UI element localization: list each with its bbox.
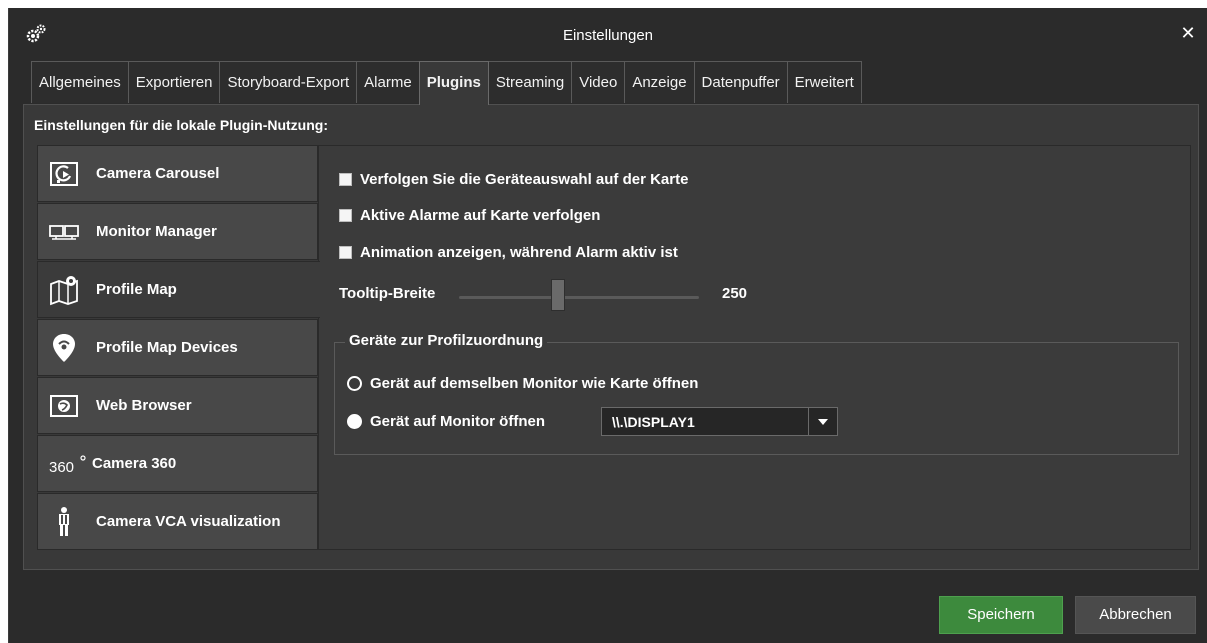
- sidebar-item-label: Camera 360: [92, 455, 177, 472]
- sidebar-item-label: Profile Map Devices: [96, 339, 238, 356]
- tooltip-width-label: Tooltip-Breite: [339, 285, 436, 302]
- tab-video[interactable]: Video: [571, 61, 626, 103]
- radio-same-monitor[interactable]: Gerät auf demselben Monitor wie Karte öf…: [347, 373, 698, 393]
- tab-exportieren[interactable]: Exportieren: [127, 61, 221, 103]
- settings-dialog: Einstellungen ✕ Allgemeines Exportieren St…: [8, 8, 1207, 643]
- sidebar-item-profile-map-devices[interactable]: Profile Map Devices: [37, 319, 318, 376]
- radio-label: Gerät auf demselben Monitor wie Karte öf…: [370, 374, 699, 392]
- tab-storyboard-export[interactable]: Storyboard-Export: [219, 61, 358, 103]
- plugin-settings-content: Verfolgen Sie die Geräteauswahl auf der …: [318, 145, 1191, 550]
- sidebar-item-label: Web Browser: [96, 397, 192, 414]
- select-dropdown-arrow[interactable]: [808, 408, 837, 435]
- checkbox-track-active-alarms[interactable]: Aktive Alarme auf Karte verfolgen: [339, 205, 600, 225]
- tooltip-width-value: 250: [722, 285, 748, 302]
- map-icon: [48, 274, 80, 306]
- checkbox-box[interactable]: [339, 245, 352, 259]
- checkbox-label: Verfolgen Sie die Geräteauswahl auf der …: [360, 170, 689, 188]
- radio-button[interactable]: [347, 375, 362, 391]
- carousel-icon: [48, 158, 80, 190]
- sidebar-item-label: Monitor Manager: [96, 223, 217, 240]
- radio-label: Gerät auf Monitor öffnen: [370, 412, 545, 430]
- checkbox-label: Animation anzeigen, während Alarm aktiv …: [360, 243, 678, 261]
- radio-button[interactable]: [347, 413, 362, 429]
- svg-text:360: 360: [49, 459, 74, 476]
- sidebar-item-label: Profile Map: [96, 281, 177, 298]
- tab-alarme[interactable]: Alarme: [356, 61, 420, 103]
- tab-plugins[interactable]: Plugins: [418, 61, 489, 105]
- section-heading: Einstellungen für die lokale Plugin-Nutz…: [34, 117, 328, 133]
- tooltip-width-slider-thumb[interactable]: [551, 279, 565, 311]
- checkbox-label: Aktive Alarme auf Karte verfolgen: [360, 206, 601, 224]
- sidebar-item-monitor-manager[interactable]: Monitor Manager: [37, 203, 318, 260]
- tooltip-width-slider-track[interactable]: [459, 296, 699, 299]
- checkbox-show-animation[interactable]: Animation anzeigen, während Alarm aktiv …: [339, 242, 678, 262]
- sidebar-item-web-browser[interactable]: Web Browser: [37, 377, 318, 434]
- monitor-select-value: \\.\DISPLAY1: [612, 414, 695, 430]
- checkbox-box[interactable]: [339, 208, 352, 222]
- sidebar-item-label: Camera Carousel: [96, 165, 220, 182]
- window-title: Einstellungen: [562, 27, 654, 44]
- checkbox-track-device-selection[interactable]: Verfolgen Sie die Geräteauswahl auf der …: [339, 169, 688, 189]
- chevron-down-icon: [818, 418, 828, 425]
- monitors-icon: [48, 216, 80, 248]
- tab-erweitert[interactable]: Erweitert: [786, 61, 862, 103]
- tab-bar: Allgemeines Exportieren Storyboard-Export A…: [31, 61, 862, 105]
- tab-anzeige[interactable]: Anzeige: [624, 61, 695, 103]
- title-bar: Einstellungen ✕: [9, 8, 1207, 60]
- tab-datenpuffer[interactable]: Datenpuffer: [693, 61, 788, 103]
- sidebar-item-camera-carousel[interactable]: Camera Carousel: [37, 145, 318, 202]
- sidebar-item-camera-360[interactable]: 360 Camera 360: [37, 435, 318, 492]
- tab-allgemeines[interactable]: Allgemeines: [31, 61, 129, 103]
- cancel-button[interactable]: Abbrechen: [1075, 596, 1196, 634]
- plugin-sidebar: Camera Carousel Monitor Manager Profile Ma…: [37, 145, 320, 551]
- radio-open-on-monitor[interactable]: Gerät auf Monitor öffnen: [347, 411, 545, 431]
- person-icon: [48, 506, 80, 538]
- device-assignment-group: Geräte zur Profilzuordnung Gerät auf dem…: [334, 332, 1179, 455]
- globe-window-icon: [48, 390, 80, 422]
- sidebar-item-profile-map[interactable]: Profile Map: [37, 261, 320, 318]
- monitor-select[interactable]: \\.\DISPLAY1: [601, 407, 838, 436]
- sidebar-item-camera-vca-visualization[interactable]: Camera VCA visualization: [37, 493, 318, 550]
- sidebar-item-label: Camera VCA visualization: [96, 513, 281, 530]
- plugins-panel: Einstellungen für die lokale Plugin-Nutz…: [23, 104, 1199, 570]
- tab-streaming[interactable]: Streaming: [487, 61, 573, 103]
- checkbox-box[interactable]: [339, 172, 352, 186]
- 360-icon: 360: [48, 448, 86, 480]
- map-pin-icon: [48, 332, 80, 364]
- group-title: Geräte zur Profilzuordnung: [345, 332, 548, 349]
- save-button[interactable]: Speichern: [939, 596, 1063, 634]
- close-icon[interactable]: ✕: [1179, 24, 1197, 42]
